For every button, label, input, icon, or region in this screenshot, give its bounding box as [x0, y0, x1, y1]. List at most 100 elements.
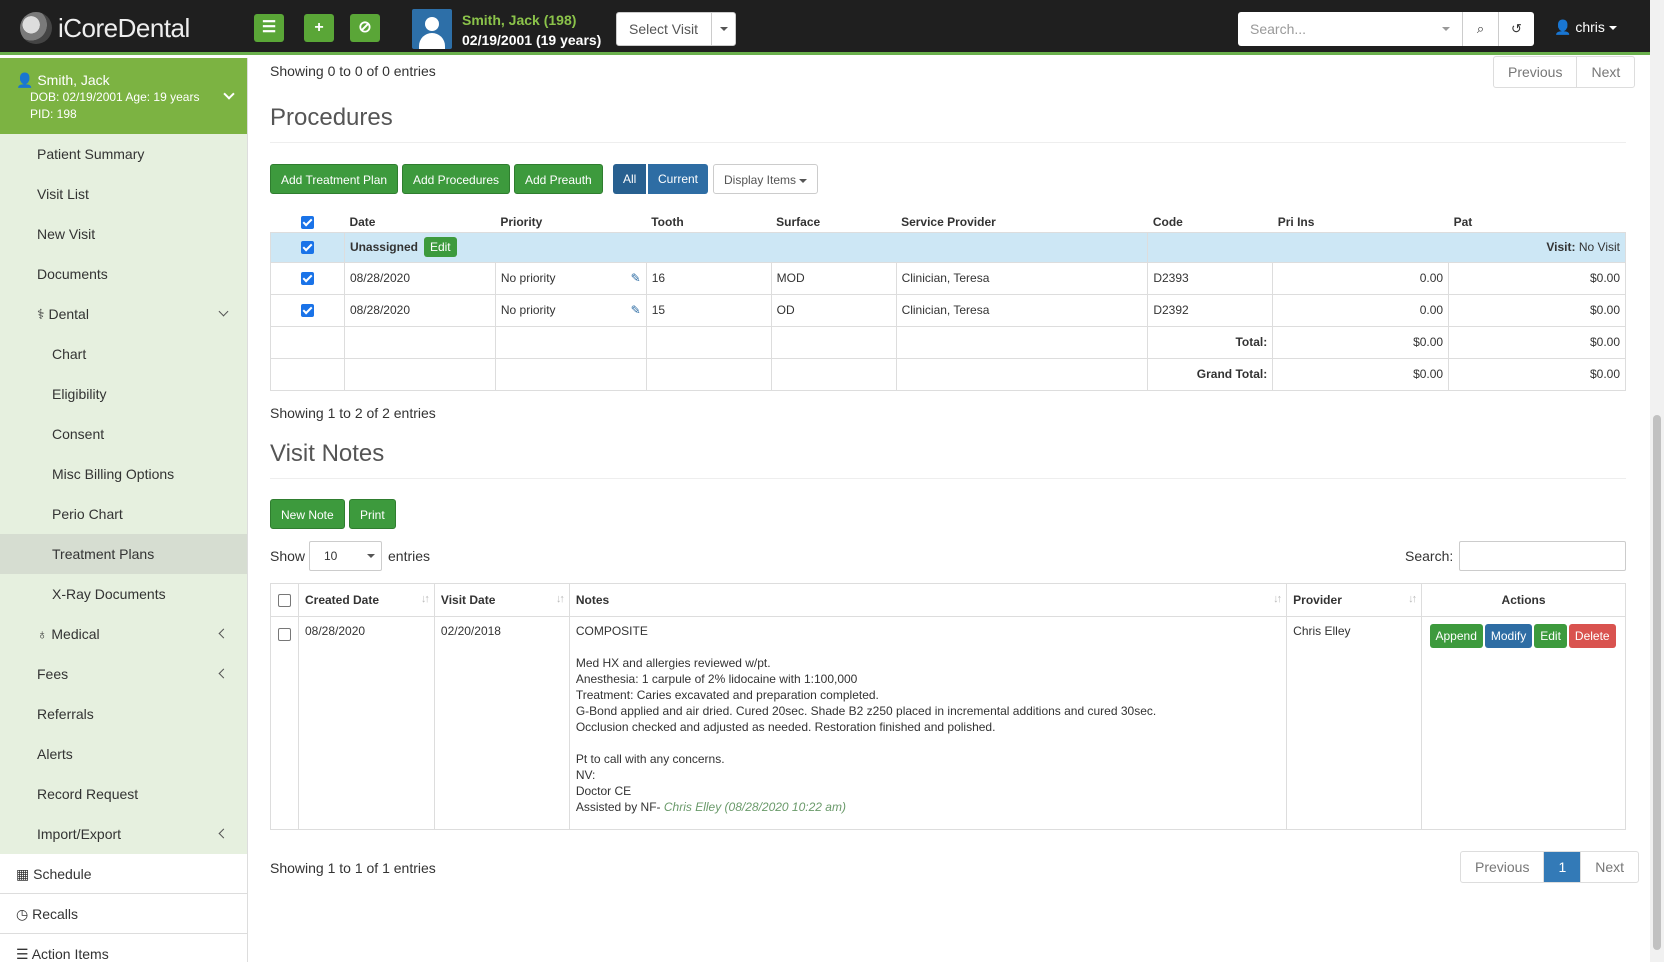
patient-name[interactable]: Smith, Jack (198): [462, 12, 576, 28]
select-visit-dropdown[interactable]: Select Visit: [616, 12, 736, 46]
group-checkbox[interactable]: [270, 231, 345, 263]
page-scrollbar[interactable]: [1650, 0, 1664, 962]
sidebar: 👤 Smith, Jack DOB: 02/19/2001 Age: 19 ye…: [0, 58, 248, 962]
logo[interactable]: iCoreDental: [20, 12, 190, 44]
pencil-icon[interactable]: ✎: [631, 271, 641, 285]
edit-button[interactable]: Edit: [1534, 624, 1567, 648]
select-visit-toggle[interactable]: [711, 13, 735, 45]
add-procedures-button[interactable]: Add Procedures: [402, 164, 511, 194]
row-checkbox[interactable]: [270, 261, 345, 295]
visit-notes-table: Created Date ↓↑ Visit Date ↓↑ Notes ↓↑ Prov…: [270, 583, 1626, 830]
col-created-date[interactable]: Created Date ↓↑: [297, 583, 435, 617]
note-content: COMPOSITE Med HX and allergies reviewed …: [568, 616, 1288, 830]
user-menu[interactable]: 👤 chris: [1554, 19, 1617, 36]
add-preauth-button[interactable]: Add Preauth: [514, 164, 603, 194]
chevron-down-icon: [367, 554, 375, 558]
delete-button[interactable]: Delete: [1568, 624, 1616, 648]
sort-icon: ↓↑: [420, 593, 430, 605]
sidebar-item-treatment-plans[interactable]: Treatment Plans: [0, 534, 247, 574]
sidebar-item-import-export[interactable]: Import/Export: [0, 814, 247, 854]
sidebar-item-schedule[interactable]: ▦ Schedule: [0, 854, 247, 894]
sidebar-item-visit-list[interactable]: Visit List: [0, 174, 247, 214]
select-all-notes-checkbox[interactable]: [270, 583, 299, 617]
visit-notes-title: Visit Notes: [270, 440, 385, 467]
row-checkbox[interactable]: [270, 293, 345, 327]
show-label: Show: [270, 548, 306, 564]
sidebar-item-action-items[interactable]: ☰ Action Items: [0, 934, 247, 962]
sidebar-item-medical[interactable]: ♁ Medical: [0, 614, 247, 654]
table-row[interactable]: 08/28/2020 No priority ✎ 16 MOD Clinician…: [270, 261, 1626, 295]
table-row[interactable]: 08/28/2020 02/20/2018 COMPOSITE Med HX a…: [270, 616, 1626, 830]
table-row[interactable]: 08/28/2020 No priority ✎ 15 OD Clinician,…: [270, 293, 1626, 327]
clock-icon: ◷: [16, 906, 29, 922]
menu-toggle-button[interactable]: ☰: [254, 14, 284, 42]
sidebar-item-new-visit[interactable]: New Visit: [0, 214, 247, 254]
procedures-info: Showing 1 to 2 of 2 entries: [270, 405, 436, 421]
search-button[interactable]: ⌕: [1462, 12, 1498, 46]
block-button[interactable]: ⊘: [350, 14, 380, 42]
sidebar-item-documents[interactable]: Documents: [0, 254, 247, 294]
filter-current-button[interactable]: Current: [648, 164, 709, 194]
entries-per-page-select[interactable]: 10: [309, 541, 382, 571]
append-button[interactable]: Append: [1429, 624, 1483, 648]
sidebar-patient-card[interactable]: 👤 Smith, Jack DOB: 02/19/2001 Age: 19 ye…: [0, 58, 247, 134]
caret-down-icon: [1608, 26, 1617, 31]
sidebar-item-eligibility[interactable]: Eligibility: [0, 374, 247, 414]
sidebar-item-record-request[interactable]: Record Request: [0, 774, 247, 814]
next-button[interactable]: Next: [1577, 57, 1634, 87]
row-checkbox[interactable]: [270, 616, 299, 830]
stethoscope-icon: ♁: [37, 626, 48, 642]
col-provider[interactable]: Provider ↓↑: [1286, 583, 1423, 617]
top-table-info: Showing 0 to 0 of 0 entries: [270, 63, 436, 79]
col-visit-date[interactable]: Visit Date ↓↑: [433, 583, 570, 617]
sidebar-item-dental[interactable]: ⚕ Dental: [0, 294, 247, 334]
global-search-input[interactable]: Search...: [1238, 12, 1462, 46]
filter-all-button[interactable]: All: [613, 164, 647, 194]
sidebar-item-consent[interactable]: Consent: [0, 414, 247, 454]
procedures-title: Procedures: [270, 104, 393, 131]
sidebar-item-fees[interactable]: Fees: [0, 654, 247, 694]
sort-icon: ↓↑: [555, 593, 565, 605]
sidebar-item-recalls[interactable]: ◷ Recalls: [0, 894, 247, 934]
patient-dob: 02/19/2001 (19 years): [462, 32, 602, 48]
sidebar-item-perio-chart[interactable]: Perio Chart: [0, 494, 247, 534]
previous-button[interactable]: Previous: [1461, 852, 1545, 882]
list-icon: ☰: [16, 946, 29, 962]
col-notes[interactable]: Notes ↓↑: [568, 583, 1288, 617]
ban-icon: ⊘: [358, 19, 372, 36]
add-button[interactable]: +: [304, 14, 334, 42]
previous-button[interactable]: Previous: [1494, 57, 1578, 87]
sidebar-item-misc-billing[interactable]: Misc Billing Options: [0, 454, 247, 494]
next-button[interactable]: Next: [1581, 852, 1638, 882]
calendar-icon: ▦: [16, 866, 30, 882]
page-1-button[interactable]: 1: [1544, 852, 1582, 882]
col-tooth: Tooth: [646, 206, 772, 233]
group-row-unassigned: Unassigned Edit Visit: No Visit: [270, 231, 1626, 263]
col-code: Code: [1147, 206, 1273, 233]
notes-search-input[interactable]: [1459, 541, 1626, 571]
sort-icon: ↓↑: [1408, 593, 1417, 605]
group-edit-button[interactable]: Edit: [423, 237, 457, 257]
patient-avatar[interactable]: [412, 9, 452, 49]
display-items-dropdown[interactable]: Display Items: [713, 164, 819, 194]
caret-down-icon: [1442, 27, 1450, 31]
logo-icon: [20, 12, 52, 44]
sidebar-item-chart[interactable]: Chart: [0, 334, 247, 374]
notes-pagination: Previous 1 Next: [1460, 851, 1640, 883]
modify-button[interactable]: Modify: [1484, 624, 1533, 648]
top-navbar: iCoreDental ☰ + ⊘ Smith, Jack (198) 02/1…: [0, 0, 1650, 55]
new-note-button[interactable]: New Note: [270, 499, 345, 529]
sidebar-item-alerts[interactable]: Alerts: [0, 734, 247, 774]
sidebar-item-referrals[interactable]: Referrals: [0, 694, 247, 734]
reset-button[interactable]: ↺: [1498, 12, 1534, 46]
col-actions: Actions: [1421, 583, 1626, 617]
pencil-icon[interactable]: ✎: [631, 303, 641, 317]
print-button[interactable]: Print: [349, 499, 396, 529]
sidebar-item-xray-documents[interactable]: X-Ray Documents: [0, 574, 247, 614]
add-treatment-plan-button[interactable]: Add Treatment Plan: [270, 164, 399, 194]
select-all-checkbox[interactable]: [270, 206, 345, 233]
notes-info: Showing 1 to 1 of 1 entries: [270, 860, 436, 876]
sort-icon: ↓↑: [1273, 593, 1282, 605]
sidebar-item-patient-summary[interactable]: Patient Summary: [0, 134, 247, 174]
chevron-left-icon: [218, 628, 229, 639]
